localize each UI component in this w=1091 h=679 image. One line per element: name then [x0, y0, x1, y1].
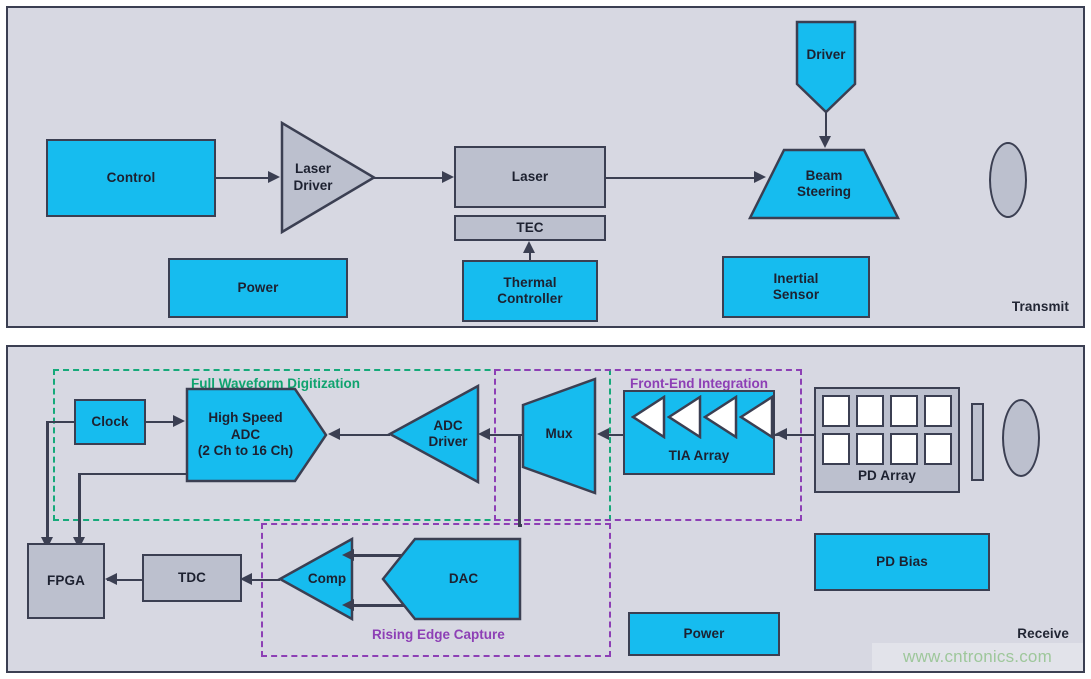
- block-tdc[interactable]: TDC: [142, 554, 242, 602]
- block-beam-steering[interactable]: Beam Steering: [747, 148, 901, 220]
- block-thermal-controller-label-1: Thermal: [503, 274, 557, 290]
- tia-amplifier-icons: [630, 394, 774, 444]
- transmit-panel: Control Laser Driver Laser TEC Thermal C…: [6, 6, 1085, 328]
- watermark-text: www.cntronics.com: [903, 647, 1052, 666]
- tia-amplifier-icon: [738, 394, 774, 444]
- tia-amplifier-icon: [666, 394, 702, 444]
- block-laser-label: Laser: [511, 168, 549, 184]
- arrowhead-pd-array-to-tia: [775, 428, 787, 440]
- pd-array-cell: [856, 433, 884, 465]
- receive-panel: Full Waveform Digitization Front-End Int…: [6, 345, 1085, 673]
- wire-adc-to-fpga-v: [78, 472, 81, 542]
- tia-amplifier-icon: [702, 394, 738, 444]
- receive-optical-filter-icon: [971, 403, 984, 481]
- pd-array-cell-grid: [822, 395, 952, 465]
- block-receive-power[interactable]: Power: [628, 612, 780, 656]
- block-tec-label: TEC: [516, 219, 544, 235]
- transmit-lens-icon: [989, 142, 1027, 218]
- arrowhead-tia-to-mux: [597, 428, 609, 440]
- block-laser[interactable]: Laser: [454, 146, 606, 208]
- arrowhead-dac-to-comp-lower: [342, 598, 354, 611]
- block-tec[interactable]: TEC: [454, 215, 606, 241]
- pd-array-cell: [890, 433, 918, 465]
- block-control-label: Control: [106, 169, 156, 185]
- block-thermal-controller-label-2: Controller: [497, 291, 563, 306]
- block-receive-power-label: Power: [683, 625, 725, 641]
- block-fpga-label: FPGA: [47, 572, 85, 588]
- block-pd-bias[interactable]: PD Bias: [814, 533, 990, 591]
- arrowhead-control-to-laser-driver: [268, 171, 280, 183]
- block-fpga[interactable]: FPGA: [27, 543, 105, 619]
- pd-array-cell: [890, 395, 918, 427]
- block-mux[interactable]: Mux: [521, 377, 597, 495]
- block-tdc-label: TDC: [177, 569, 207, 585]
- pd-array-cell: [822, 395, 850, 427]
- block-inertial-sensor-label-1: Inertial: [773, 270, 819, 286]
- block-dac[interactable]: DAC: [381, 537, 522, 621]
- transmit-panel-label: Transmit: [1011, 299, 1069, 314]
- lidar-block-diagram: Control Laser Driver Laser TEC Thermal C…: [0, 0, 1091, 679]
- wire-clock-to-fpga-h: [46, 420, 76, 423]
- group-front-end-integration-label: Front-End Integration: [630, 376, 768, 391]
- arrowhead-thermal-controller-to-tec: [523, 241, 535, 253]
- pd-array-cell: [856, 395, 884, 427]
- wire-control-to-laser-driver: [216, 176, 271, 179]
- receive-lens-icon: [1002, 399, 1040, 477]
- block-inertial-sensor[interactable]: Inertial Sensor: [722, 256, 870, 318]
- block-inertial-sensor-label-2: Sensor: [772, 287, 820, 302]
- tia-amplifier-icon: [630, 394, 666, 444]
- arrowhead-mux-to-adc-driver: [478, 428, 490, 440]
- wire-mux-to-dac-h: [518, 524, 522, 527]
- wire-clock-to-fpga-v: [46, 420, 49, 542]
- arrowhead-driver-to-beam-steering: [819, 136, 831, 148]
- receive-panel-label: Receive: [1017, 626, 1069, 641]
- arrowhead-tdc-to-fpga: [105, 573, 117, 585]
- wire-adc-to-fpga-h: [78, 472, 188, 475]
- wire-driver-to-beam-steering: [824, 112, 827, 139]
- block-high-speed-adc[interactable]: High Speed ADC (2 Ch to 16 Ch): [185, 387, 328, 483]
- block-driver[interactable]: Driver: [795, 20, 857, 114]
- block-tia-array-label: TIA Array: [668, 447, 730, 463]
- pd-array-cell: [924, 395, 952, 427]
- watermark: www.cntronics.com: [872, 643, 1083, 671]
- block-adc-driver[interactable]: ADC Driver: [387, 383, 480, 485]
- block-laser-driver[interactable]: Laser Driver: [280, 120, 377, 235]
- wire-adc-driver-to-adc: [336, 433, 390, 436]
- block-thermal-controller[interactable]: Thermal Controller: [462, 260, 598, 322]
- block-transmit-power-label: Power: [237, 279, 279, 295]
- wire-laser-to-beam-steering: [606, 176, 758, 179]
- block-pd-bias-label: PD Bias: [876, 553, 928, 569]
- pd-array-cell: [822, 433, 850, 465]
- block-control[interactable]: Control: [46, 139, 216, 217]
- arrowhead-comp-to-tdc: [240, 573, 252, 585]
- block-clock-label: Clock: [91, 413, 129, 429]
- group-rising-edge-capture-label: Rising Edge Capture: [372, 627, 505, 642]
- pd-array-cell: [924, 433, 952, 465]
- arrowhead-laser-driver-to-laser: [442, 171, 454, 183]
- block-transmit-power[interactable]: Power: [168, 258, 348, 318]
- arrowhead-adc-driver-to-adc: [328, 428, 340, 440]
- block-pd-array-label: PD Array: [857, 467, 917, 483]
- arrowhead-dac-to-comp-upper: [342, 548, 354, 561]
- arrowhead-clock-to-adc: [173, 415, 185, 427]
- block-clock[interactable]: Clock: [74, 399, 146, 445]
- wire-laser-driver-to-laser: [374, 176, 446, 179]
